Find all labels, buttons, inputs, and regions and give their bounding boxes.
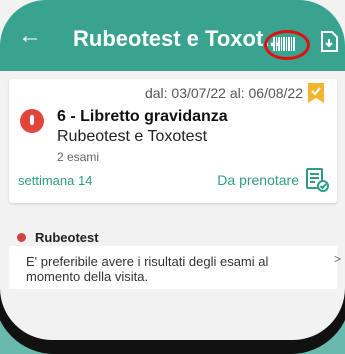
booklet-card[interactable]: dal: 03/07/22 al: 06/08/22 6 - Libretto …	[9, 79, 337, 203]
alert-icon	[20, 109, 44, 133]
date-range: dal: 03/07/22 al: 06/08/22	[144, 85, 303, 101]
arrow-left-icon[interactable]: ←	[18, 22, 46, 50]
section-title: Rubeotest	[35, 230, 99, 245]
app-bar: ← Rubeotest e Toxot...	[0, 0, 345, 71]
card-subtitle: Rubeotest e Toxotest	[57, 128, 208, 145]
screen: ← Rubeotest e Toxot... dal: 03/07/22 al:…	[0, 0, 345, 340]
barcode-button[interactable]	[264, 30, 310, 60]
barcode-icon	[273, 37, 295, 51]
page-title: Rubeotest e Toxot...	[73, 26, 282, 51]
download-icon[interactable]	[319, 31, 339, 53]
card-title: 6 - Libretto gravidanza	[57, 108, 228, 125]
exam-count: 2 esami	[57, 150, 100, 164]
book-status[interactable]: Da prenotare	[217, 172, 299, 188]
note-text: E' preferibile avere i risultati degli e…	[26, 254, 269, 284]
week-label: settimana 14	[18, 173, 93, 188]
chevron-right-icon[interactable]: >	[334, 252, 341, 266]
bookmark-check-icon	[308, 83, 324, 103]
status-dot	[17, 233, 26, 242]
checklist-icon[interactable]	[305, 168, 329, 192]
